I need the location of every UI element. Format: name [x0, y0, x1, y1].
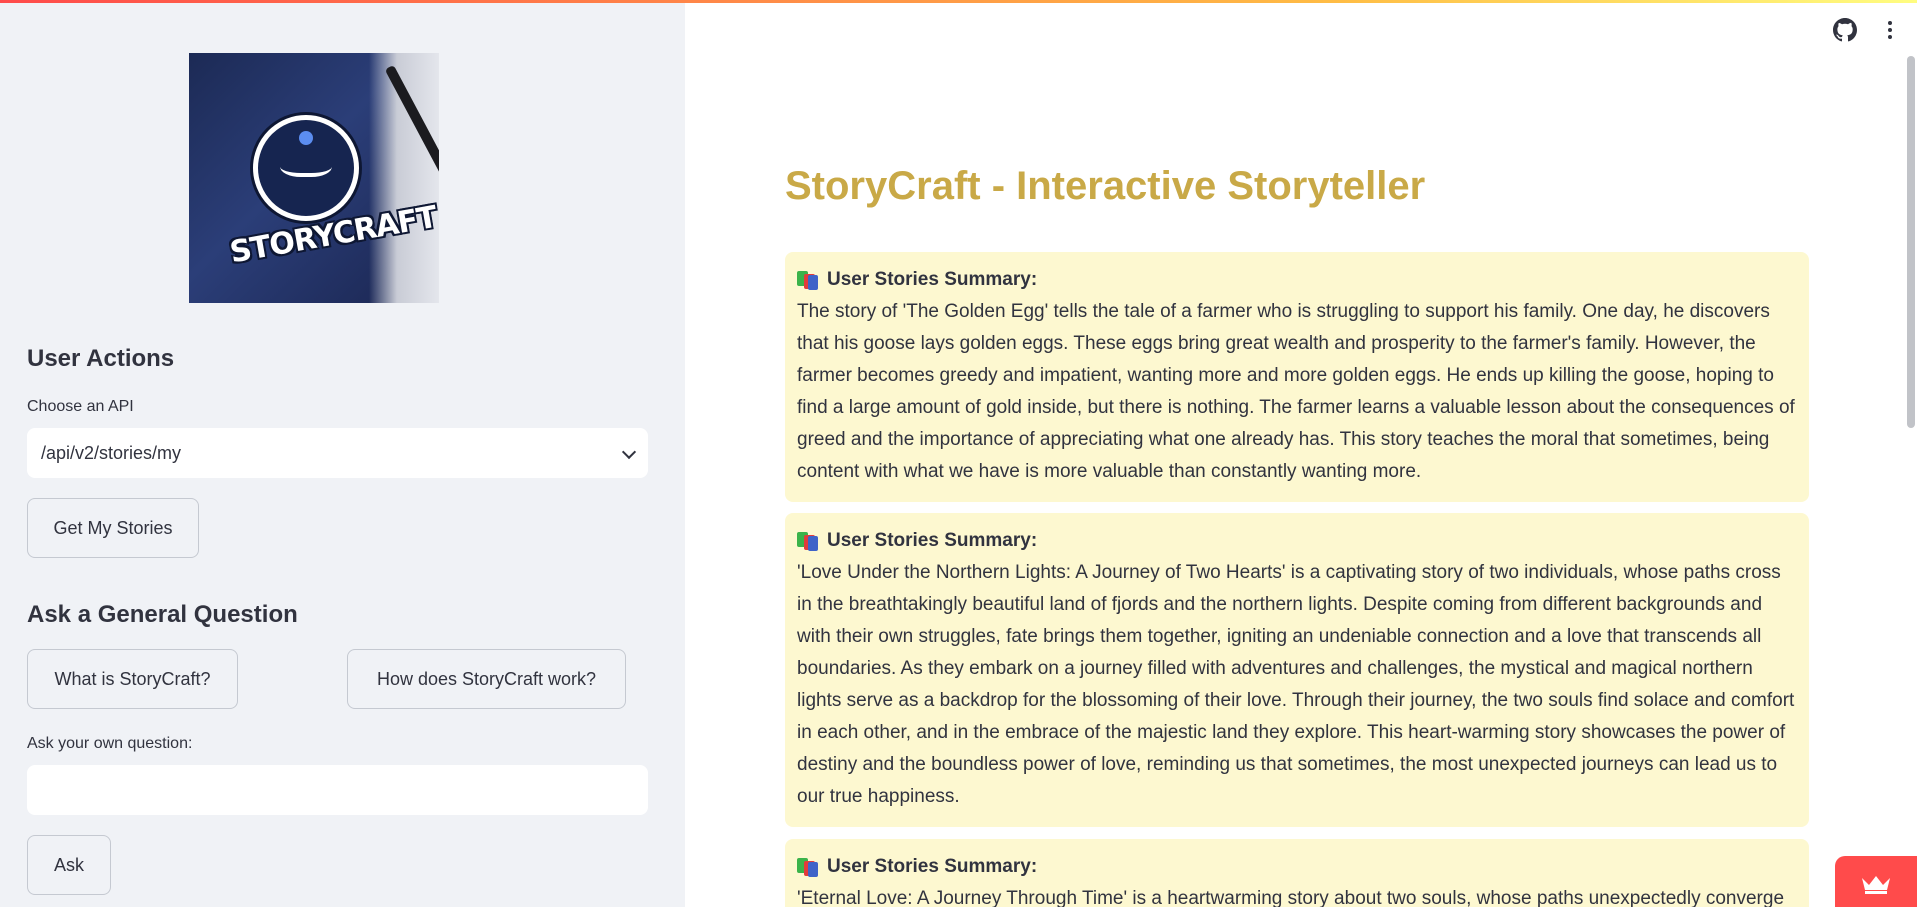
- ask-button[interactable]: Ask: [27, 835, 111, 895]
- header-decoration-bar: [0, 0, 1917, 3]
- kebab-dot: [1888, 28, 1892, 32]
- sidebar: STORYCRAFT User Actions Choose an API /a…: [0, 0, 685, 907]
- how-does-storycraft-work-button[interactable]: How does StoryCraft work?: [347, 649, 626, 709]
- card-header: User Stories Summary:: [797, 266, 1797, 294]
- story-summary-card: User Stories Summary: The story of 'The …: [785, 252, 1809, 502]
- api-select[interactable]: /api/v2/stories/my: [27, 428, 648, 478]
- card-body: The story of 'The Golden Egg' tells the …: [797, 301, 1795, 482]
- kebab-dot: [1888, 35, 1892, 39]
- card-title: User Stories Summary:: [827, 530, 1038, 551]
- books-icon: [797, 857, 819, 877]
- story-summary-card: User Stories Summary: 'Eternal Love: A J…: [785, 839, 1809, 907]
- open-book-icon: [280, 151, 332, 177]
- storycraft-logo: STORYCRAFT: [189, 53, 439, 303]
- main-content: StoryCraft - Interactive Storyteller Use…: [685, 0, 1917, 907]
- streamlit-crown-badge[interactable]: [1835, 856, 1917, 907]
- chevron-down-icon: [622, 447, 634, 459]
- kebab-dot: [1888, 21, 1892, 25]
- books-icon: [797, 270, 819, 290]
- api-select-value: /api/v2/stories/my: [41, 442, 182, 463]
- github-icon-svg: [1833, 18, 1857, 42]
- scrollbar[interactable]: [1907, 56, 1915, 428]
- card-body: 'Love Under the Northern Lights: A Journ…: [797, 562, 1795, 807]
- api-select-label: Choose an API: [27, 398, 134, 415]
- user-actions-heading: User Actions: [27, 345, 175, 372]
- books-icon: [797, 531, 819, 551]
- card-body: 'Eternal Love: A Journey Through Time' i…: [797, 888, 1785, 907]
- crown-icon: [1862, 876, 1890, 894]
- logo-star-icon: [299, 131, 313, 145]
- card-title: User Stories Summary:: [827, 269, 1038, 290]
- own-question-input[interactable]: [27, 765, 648, 815]
- what-is-storycraft-button[interactable]: What is StoryCraft?: [27, 649, 238, 709]
- kebab-menu-icon[interactable]: [1878, 18, 1902, 42]
- own-question-label: Ask your own question:: [27, 735, 193, 752]
- story-summary-card: User Stories Summary: 'Love Under the No…: [785, 513, 1809, 827]
- general-question-heading: Ask a General Question: [27, 601, 298, 628]
- page-title: StoryCraft - Interactive Storyteller: [785, 164, 1426, 208]
- card-header: User Stories Summary:: [797, 527, 1797, 555]
- github-icon[interactable]: [1833, 18, 1857, 42]
- card-header: User Stories Summary:: [797, 853, 1797, 881]
- card-title: User Stories Summary:: [827, 856, 1038, 877]
- get-my-stories-button[interactable]: Get My Stories: [27, 498, 199, 558]
